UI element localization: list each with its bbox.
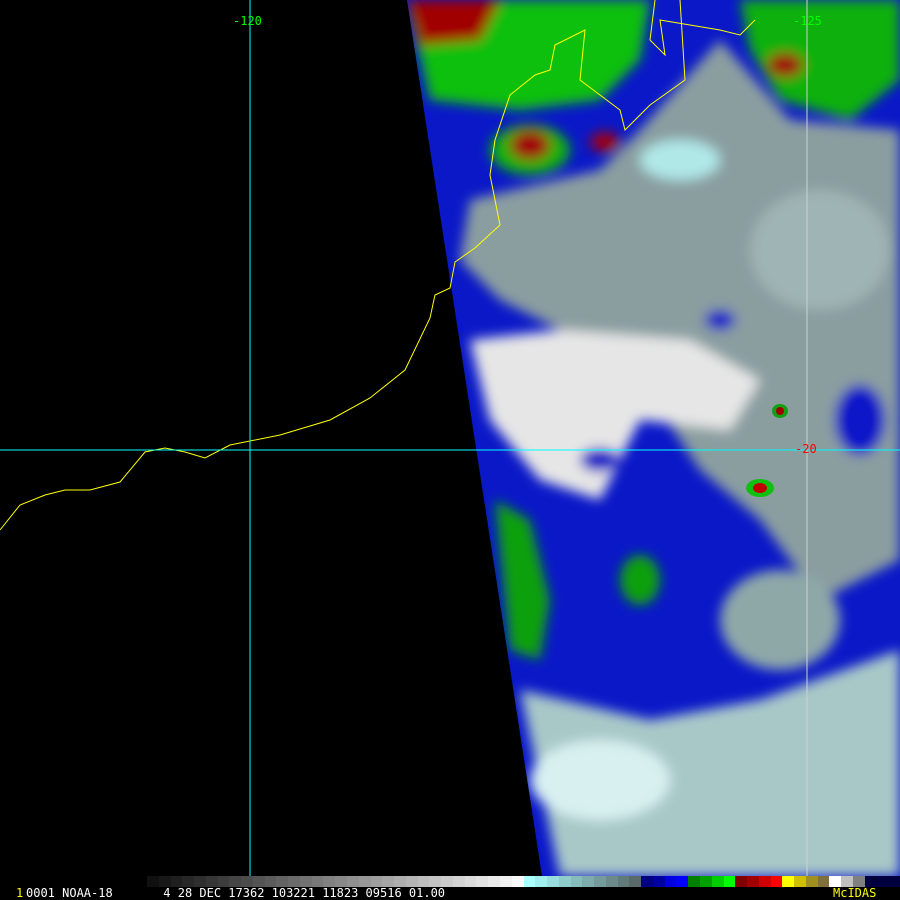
color-scale-swatch	[688, 876, 700, 887]
color-scale-swatch	[888, 876, 900, 887]
color-scale-swatch	[570, 876, 583, 887]
color-scale-swatch	[699, 876, 712, 887]
color-scale-swatch	[758, 876, 771, 887]
color-scale-swatch	[876, 876, 889, 887]
color-scale-swatch	[464, 876, 477, 887]
color-scale-swatch	[582, 876, 595, 887]
color-scale-swatch	[782, 876, 795, 887]
color-scale-swatch	[499, 876, 512, 887]
color-scale-swatch	[664, 876, 677, 887]
image-info-text: 0001 NOAA-18 4 28 DEC 17362 103221 11823…	[26, 886, 446, 900]
color-scale-swatch	[476, 876, 489, 887]
lon-label-120: -120	[233, 14, 262, 28]
color-scale-swatch	[511, 876, 524, 887]
lon-label-125: -125	[793, 14, 822, 28]
color-scale-swatch	[535, 876, 548, 887]
color-scale-swatch	[711, 876, 724, 887]
color-scale-swatch	[617, 876, 630, 887]
color-scale-swatch	[523, 876, 536, 887]
color-scale-swatch	[488, 876, 500, 887]
color-scale-swatch	[452, 876, 465, 887]
color-scale-swatch	[641, 876, 653, 887]
color-scale-swatch	[817, 876, 830, 887]
color-scale-swatch	[735, 876, 748, 887]
color-scale-swatch	[652, 876, 665, 887]
lat-label-20: -20	[795, 442, 817, 456]
color-scale-swatch	[605, 876, 618, 887]
image-swath	[407, 0, 900, 876]
color-scale-swatch	[747, 876, 759, 887]
color-scale-swatch	[676, 876, 689, 887]
color-scale-swatch	[594, 876, 606, 887]
color-scale-swatch	[794, 876, 806, 887]
mcidas-brand: McIDAS	[833, 886, 877, 900]
color-scale-swatch	[558, 876, 571, 887]
color-scale-swatch	[547, 876, 559, 887]
color-scale-swatch	[723, 876, 736, 887]
satellite-imagery	[0, 0, 900, 887]
color-scale-swatch	[629, 876, 642, 887]
color-scale-swatch	[770, 876, 783, 887]
frame-marker: 1	[16, 886, 24, 900]
info-bar: 1 0001 NOAA-18 4 28 DEC 17362 103221 1182…	[0, 887, 900, 900]
satellite-image-view: -120 -125 -20 1 0001 NOAA-18 4 28 DEC 173…	[0, 0, 900, 900]
color-scale-swatch	[805, 876, 818, 887]
